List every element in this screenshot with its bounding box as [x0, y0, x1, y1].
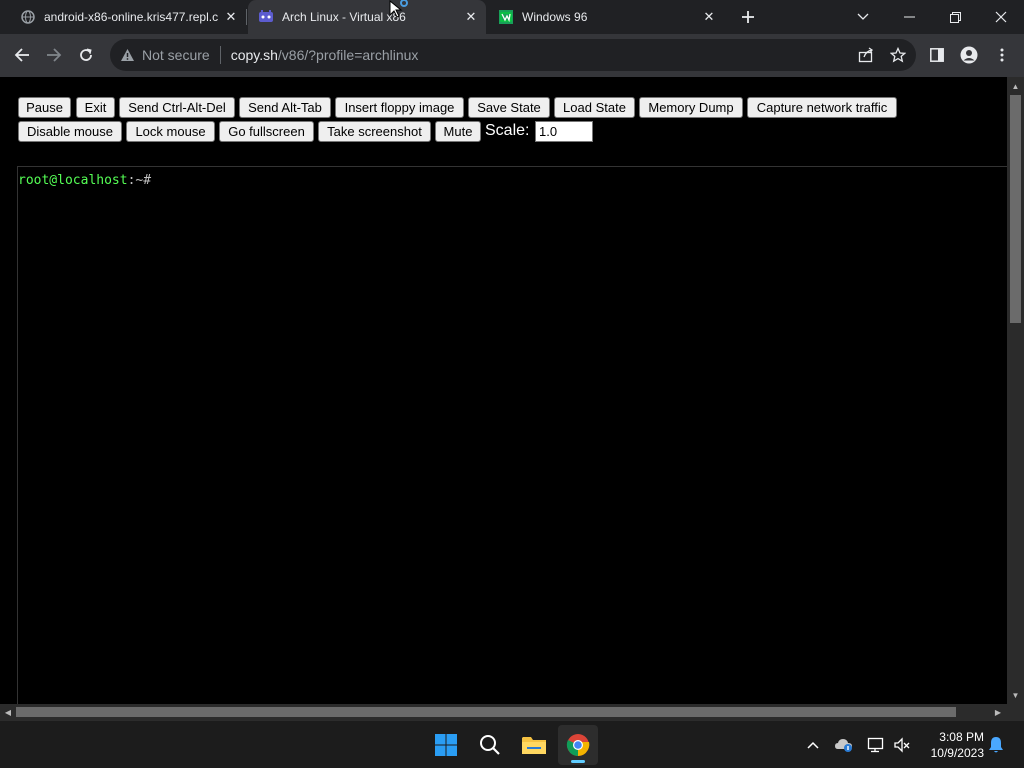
tab-title: Arch Linux - Virtual x86	[282, 10, 406, 24]
lock-mouse-button[interactable]: Lock mouse	[126, 121, 215, 142]
search-button[interactable]	[470, 725, 510, 765]
tab-title: Windows 96	[522, 10, 588, 24]
insert-floppy-image-button[interactable]: Insert floppy image	[335, 97, 464, 118]
send-alt-tab-button[interactable]: Send Alt-Tab	[239, 97, 331, 118]
pause-button[interactable]: Pause	[18, 97, 71, 118]
scroll-up-icon[interactable]: ▲	[1007, 79, 1024, 93]
scroll-down-icon[interactable]: ▼	[1007, 688, 1024, 702]
windows-taskbar: 3:08 PM 10/9/2023	[0, 720, 1024, 768]
minimize-button[interactable]	[886, 0, 932, 34]
search-icon	[480, 735, 500, 755]
show-hidden-icons-chevron-icon[interactable]	[803, 735, 823, 755]
clock-time: 3:08 PM	[939, 730, 984, 744]
take-screenshot-button[interactable]: Take screenshot	[318, 121, 431, 142]
active-app-indicator	[571, 760, 585, 763]
notification-bell-icon[interactable]	[986, 735, 1006, 755]
url-text[interactable]: copy.sh/v86/?profile=archlinux	[231, 47, 419, 63]
side-panel-button[interactable]	[922, 40, 952, 70]
tab-title: android-x86-online.kris477.repl.c	[44, 10, 219, 24]
memory-dump-button[interactable]: Memory Dump	[639, 97, 743, 118]
vertical-scrollbar[interactable]: ▲ ▼	[1007, 77, 1024, 704]
file-explorer-icon	[522, 737, 546, 754]
omnibox-divider	[219, 46, 221, 64]
start-icon	[435, 734, 457, 756]
send-ctrl-alt-del-button[interactable]: Send Ctrl-Alt-Del	[119, 97, 235, 118]
new-tab-button[interactable]	[736, 5, 760, 29]
windows96-icon	[498, 9, 514, 25]
onedrive-icon[interactable]	[834, 735, 854, 755]
browser-toolbar: Not secure copy.sh/v86/?profile=archlinu…	[0, 34, 1024, 77]
profile-avatar-icon[interactable]	[954, 40, 984, 70]
capture-network-traffic-button[interactable]: Capture network traffic	[747, 97, 897, 118]
security-label[interactable]: Not secure	[142, 47, 210, 63]
scroll-right-icon[interactable]: ▶	[990, 704, 1006, 720]
url-path: /v86/?profile=archlinux	[277, 47, 419, 63]
prompt-user-host: root@localhost	[18, 173, 128, 188]
v86-icon	[258, 9, 274, 25]
prompt-path: :~#	[127, 173, 152, 188]
terminal-prompt: root@localhost:~#	[18, 173, 151, 188]
url-host: copy.sh	[230, 47, 278, 63]
close-window-button[interactable]	[978, 0, 1024, 34]
tab-search-button[interactable]	[840, 0, 886, 34]
clock-date: 10/9/2023	[930, 746, 984, 760]
start-button[interactable]	[426, 725, 466, 765]
globe-icon	[20, 9, 36, 25]
horizontal-scrollbar[interactable]: ◀ ▶	[0, 704, 1007, 720]
volume-muted-icon[interactable]	[892, 735, 912, 755]
address-bar[interactable]: Not secure copy.sh/v86/?profile=archlinu…	[110, 39, 916, 71]
save-state-button[interactable]: Save State	[468, 97, 550, 118]
scale-label: Scale:	[485, 122, 530, 139]
bookmark-star-icon[interactable]	[889, 46, 907, 63]
tab-android-x86[interactable]: android-x86-online.kris477.repl.c ✕	[0, 0, 246, 34]
page-viewport: Pause Exit Send Ctrl-Alt-Del Send Alt-Ta…	[0, 77, 1007, 704]
go-fullscreen-button[interactable]: Go fullscreen	[219, 121, 314, 142]
tab-arch-linux[interactable]: Arch Linux - Virtual x86 ✕	[248, 0, 486, 34]
restore-button[interactable]	[932, 0, 978, 34]
tab-divider	[246, 9, 247, 25]
forward-button[interactable]	[39, 40, 69, 70]
horizontal-scroll-thumb[interactable]	[16, 707, 956, 717]
share-icon[interactable]	[858, 47, 874, 63]
vertical-scroll-thumb[interactable]	[1010, 95, 1021, 323]
mute-button[interactable]: Mute	[435, 121, 481, 142]
system-clock[interactable]: 3:08 PM 10/9/2023	[918, 729, 984, 761]
chrome-menu-icon[interactable]	[987, 40, 1017, 70]
mouse-cursor-icon	[389, 0, 408, 18]
vm-screen[interactable]: root@localhost:~#	[17, 166, 1007, 704]
chrome-taskbar-button[interactable]	[558, 725, 598, 765]
reload-button[interactable]	[71, 40, 101, 70]
disable-mouse-button[interactable]: Disable mouse	[18, 121, 122, 142]
tab-windows-96[interactable]: Windows 96 ✕	[486, 0, 724, 34]
back-button[interactable]	[7, 40, 37, 70]
exit-button[interactable]: Exit	[76, 97, 115, 118]
network-icon[interactable]	[866, 735, 886, 755]
tab-strip: android-x86-online.kris477.repl.c ✕ Arch…	[0, 0, 1024, 34]
load-state-button[interactable]: Load State	[554, 97, 635, 118]
scroll-corner	[1007, 704, 1024, 720]
warning-icon[interactable]	[118, 48, 136, 62]
tab-close-icon[interactable]: ✕	[222, 8, 240, 26]
chrome-icon	[566, 734, 590, 756]
scale-input[interactable]: 1.0	[535, 121, 593, 142]
tab-close-icon[interactable]: ✕	[462, 8, 480, 26]
scroll-left-icon[interactable]: ◀	[0, 704, 16, 720]
tab-close-icon[interactable]: ✕	[700, 8, 718, 26]
file-explorer-button[interactable]	[514, 725, 554, 765]
